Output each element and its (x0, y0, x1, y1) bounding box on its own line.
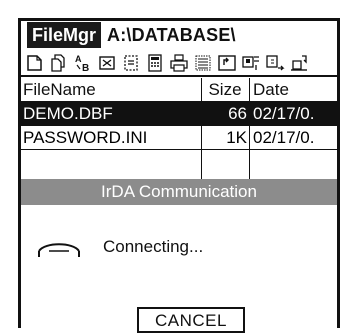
irda-dialog: Connecting... CANCEL (21, 205, 337, 333)
table-row[interactable]: PASSWORD.INI 1K 02/17/0. (21, 126, 337, 150)
file-manager-window: FileMgr A:\DATABASE\ AB FileName Size Da… (18, 18, 340, 333)
column-header-filename[interactable]: FileName (23, 78, 201, 102)
file-size: 1K (226, 128, 247, 147)
connection-status: Connecting... (103, 237, 204, 256)
file-date: 02/17/0. (253, 104, 315, 123)
svg-text:A: A (75, 54, 82, 64)
copy-icon[interactable] (47, 52, 71, 74)
column-divider (249, 78, 250, 180)
file-name: PASSWORD.INI (23, 128, 148, 147)
send-icon[interactable] (263, 52, 287, 74)
file-size: 66 (228, 104, 247, 123)
file-name: DEMO.DBF (23, 104, 113, 123)
calculator-icon[interactable] (143, 52, 167, 74)
phone-icon (38, 243, 80, 257)
file-date: 02/17/0. (253, 128, 315, 147)
new-file-icon[interactable] (23, 52, 47, 74)
current-path: A:\DATABASE\ (107, 24, 236, 45)
print-icon[interactable] (167, 52, 191, 74)
list-view-icon[interactable] (191, 52, 215, 74)
transfer-icon[interactable] (239, 52, 263, 74)
delete-icon[interactable] (95, 52, 119, 74)
title-bar: FileMgr A:\DATABASE\ (21, 21, 337, 49)
column-divider (201, 78, 202, 180)
toolbar: AB (21, 51, 337, 77)
column-header-date[interactable]: Date (253, 78, 337, 102)
svg-text:B: B (82, 63, 89, 73)
column-header-size[interactable]: Size (203, 78, 247, 102)
app-name: FileMgr (27, 22, 102, 48)
dialog-title: IrDA Communication (21, 179, 337, 205)
properties-icon[interactable] (119, 52, 143, 74)
rename-icon[interactable]: AB (71, 52, 95, 74)
up-folder-icon[interactable] (215, 52, 239, 74)
cancel-button[interactable]: CANCEL (137, 307, 245, 333)
file-list-header: FileName Size Date (21, 78, 337, 102)
receive-icon[interactable] (287, 52, 311, 74)
table-row[interactable]: DEMO.DBF 66 02/17/0. (21, 102, 337, 126)
